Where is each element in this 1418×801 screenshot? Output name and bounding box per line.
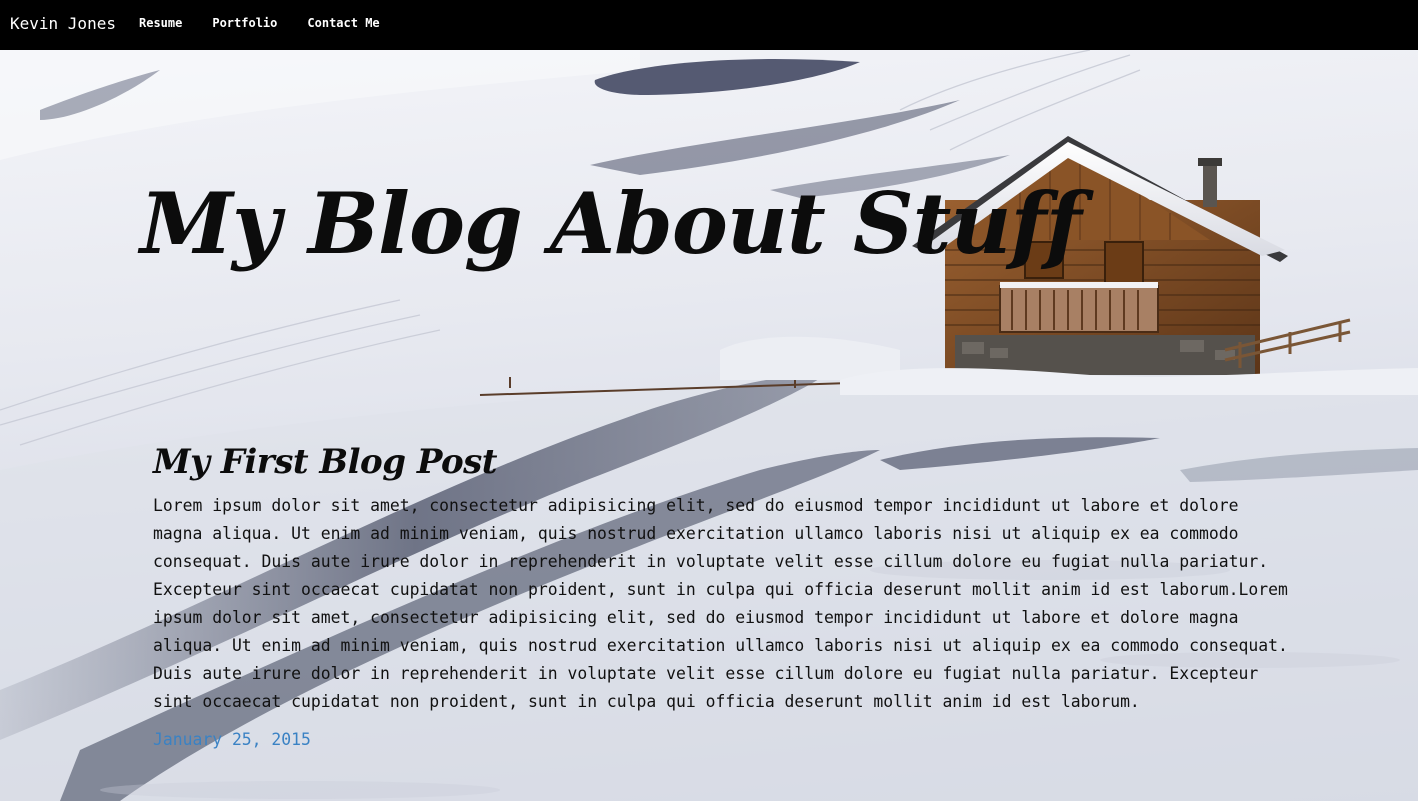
post-date: January 25, 2015 [153,730,311,749]
nav-links: Resume Portfolio Contact Me [139,16,410,30]
site-title: My Blog About Stuff [140,174,1082,273]
nav-link-portfolio[interactable]: Portfolio [212,16,277,30]
nav-link-resume[interactable]: Resume [139,16,182,30]
top-navbar: Kevin Jones Resume Portfolio Contact Me [0,0,1418,50]
post-title: My First Blog Post [153,442,498,482]
nav-link-contact[interactable]: Contact Me [307,16,379,30]
blog-post: My First Blog Post Lorem ipsum dolor sit… [153,440,1288,749]
post-body: Lorem ipsum dolor sit amet, consectetur … [153,496,1288,711]
brand-link[interactable]: Kevin Jones [10,14,116,33]
